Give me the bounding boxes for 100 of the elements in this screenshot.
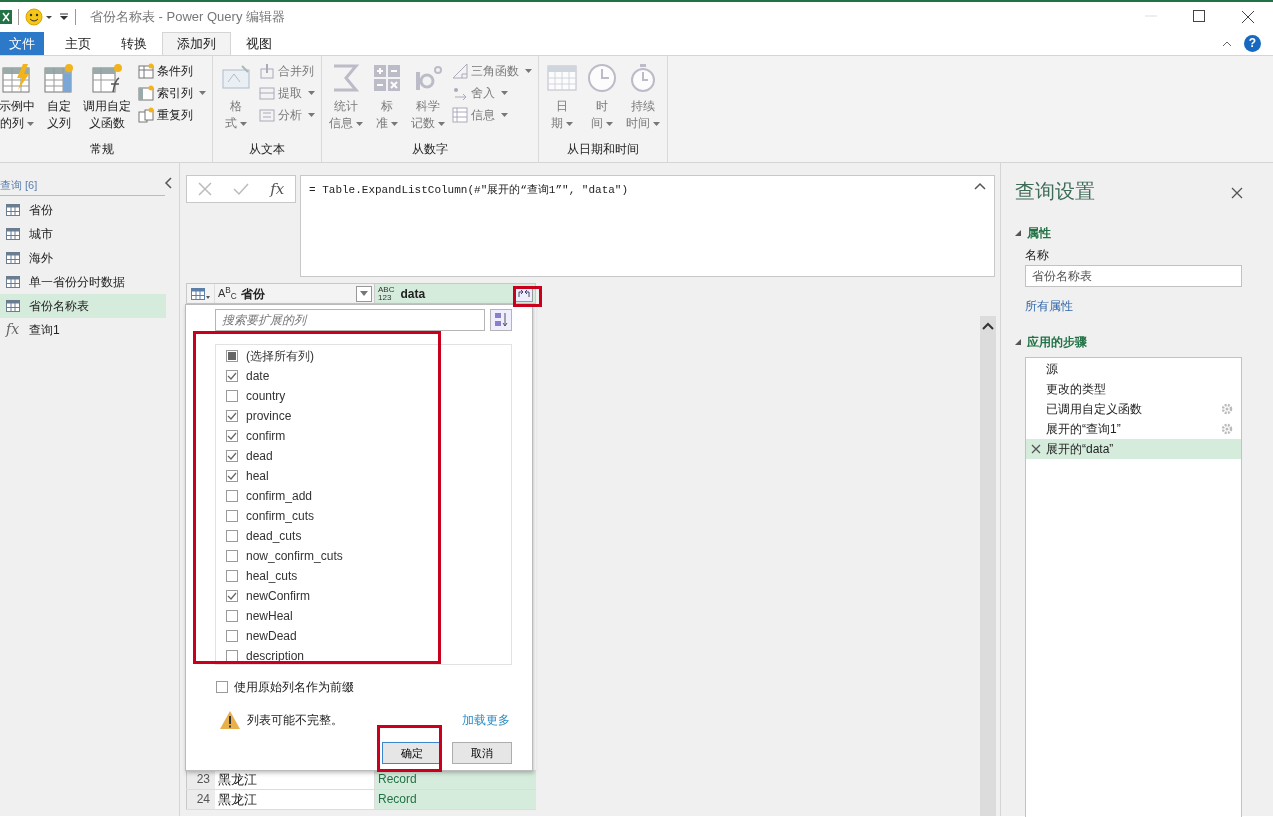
step-item[interactable]: 更改的类型 [1026,379,1241,399]
ribbon-button[interactable]: 示例中 的列 [0,60,38,140]
checkbox[interactable] [226,450,238,462]
checkbox-label: confirm [246,428,286,445]
ribbon-tab[interactable]: 视图 [231,32,287,55]
dropdown-caret-icon [606,121,613,126]
formula-field[interactable]: = Table.ExpandListColumn(#"展开的“查询1”", "data") [300,175,995,277]
table-sparkle-icon [43,62,75,94]
dropdown-caret-icon [653,121,660,126]
dropdown-caret-icon [356,121,363,126]
checkbox[interactable] [226,410,238,422]
ribbon-button[interactable]: 重复列 [136,104,208,125]
check-icon [227,371,237,381]
table-icon [6,299,20,312]
file-tab[interactable]: 文件 [0,32,44,55]
all-properties-link[interactable]: 所有属性 [1025,297,1073,315]
checkbox-label: dead_cuts [246,528,302,545]
checkbox[interactable] [226,530,238,542]
checkbox[interactable] [226,570,238,582]
collapse-pane-icon [164,177,172,189]
query-item[interactable]: 省份名称表 [0,293,166,318]
search-field[interactable]: 搜索要扩展的列 [215,309,485,331]
checkbox[interactable] [226,430,238,442]
help-button[interactable]: ? [1244,35,1261,52]
checkbox[interactable] [226,370,238,382]
checkbox-label: country [246,388,286,405]
highlight-annotation [377,725,442,772]
checkbox[interactable] [226,630,238,642]
step-item[interactable]: 展开的“data” [1026,439,1241,459]
table-menu-icon [190,287,211,300]
select-all-checkbox[interactable] [226,350,238,362]
ribbon-button[interactable]: 索引列 [136,82,208,103]
smiley-icon [25,8,43,26]
queries-header: 查询 [6] [0,177,165,196]
step-label: 源 [1046,361,1058,378]
checkbox[interactable] [226,550,238,562]
step-item[interactable]: 源 [1026,359,1241,379]
query-item[interactable]: 单一省份分时数据 [0,269,166,294]
ribbon-button[interactable]: 调用自定 义函数 [80,60,134,140]
expand-arrows-icon [518,289,530,298]
sort-button[interactable] [490,309,512,331]
index-column-icon [138,84,154,101]
check-icon [233,182,249,196]
dropdown-caret-icon [501,90,508,95]
table-icon [6,275,20,288]
checkbox-label: confirm_cuts [246,508,315,525]
dropdown-caret-icon [199,90,206,95]
checkbox[interactable] [216,681,228,693]
ribbon-button[interactable]: 条件列 [136,60,208,81]
checkbox[interactable] [226,390,238,402]
vertical-scrollbar[interactable] [980,316,996,816]
query-item[interactable]: 城市 [0,221,166,246]
column-header[interactable]: 省份 [240,284,265,303]
checkbox-label: confirm_add [246,488,313,505]
query-item[interactable]: 省份 [0,197,166,222]
math-operators-icon [371,62,403,94]
step-item[interactable]: 已调用自定义函数 [1026,399,1241,419]
ribbon-tab[interactable]: 添加列 [162,32,231,55]
checkbox-label: 使用原始列名作为前缀 [234,679,354,696]
checkbox[interactable] [226,590,238,602]
checkbox[interactable] [226,510,238,522]
warning-icon [219,710,241,730]
ribbon-button[interactable]: 自定 义列 [40,60,78,140]
checkbox[interactable] [226,610,238,622]
checkbox[interactable] [226,470,238,482]
ribbon-tab[interactable]: 转换 [106,32,162,55]
column-header[interactable]: data [400,284,426,303]
dropdown-caret-icon [240,121,247,126]
dropdown-caret-icon [525,68,532,73]
load-more-link[interactable]: 加载更多 [462,711,510,729]
step-item[interactable]: 展开的“查询1” [1026,419,1241,439]
ok-button[interactable]: 确定 [382,742,442,764]
scroll-up-icon [982,322,994,330]
spreadsheet-app-icon [0,9,12,25]
table-cell: Record [375,790,536,809]
ribbon-tab[interactable]: 主页 [50,32,106,55]
sort-icon [494,312,508,328]
row-number: 24 [186,790,215,809]
table-cell: 黑龙江 [215,790,375,809]
close-icon [1241,10,1255,24]
checkbox[interactable] [226,650,238,662]
section-heading: 属性 [1027,225,1051,242]
query-item[interactable]: 海外 [0,245,166,270]
maximize-icon [1193,10,1205,22]
query-item[interactable]: fx 查询1 [0,317,166,342]
insert-function-button[interactable]: fx [270,177,285,201]
function-icon: fx [6,319,20,340]
step-label: 展开的“data” [1046,441,1114,458]
checkbox-label: heal [246,468,269,485]
partial-mark-icon [228,352,236,360]
highlight-annotation [513,286,542,307]
customize-toolbar-icon [59,12,69,22]
filter-dropdown-button[interactable] [356,285,372,302]
checkbox[interactable] [226,490,238,502]
checkbox-label: now_confirm_cuts [246,548,343,565]
parse-icon [259,106,275,123]
group-label: 常规 [89,141,115,158]
cancel-button[interactable]: 取消 [452,742,512,764]
name-field[interactable]: 省份名称表 [1025,265,1242,287]
checkbox-label: newDead [246,628,297,645]
